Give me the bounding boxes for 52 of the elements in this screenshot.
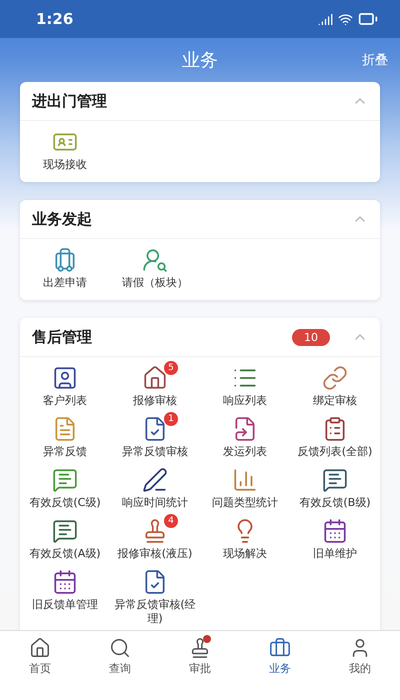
count-badge: 4 — [164, 514, 178, 528]
menu-item[interactable]: 反馈列表(全部) — [298, 445, 372, 459]
menu-item[interactable]: 异常反馈审核(经理) — [110, 598, 200, 626]
section-title: 进出门管理 — [32, 92, 108, 110]
menu-item[interactable]: 问题类型统计 — [212, 496, 278, 510]
page-title: 业务 — [182, 49, 218, 72]
calendar-icon[interactable] — [322, 518, 348, 544]
menu-item[interactable]: 有效反馈(A级) — [29, 547, 101, 561]
menu-item[interactable]: 现场接收 — [43, 158, 87, 172]
message-icon[interactable] — [322, 467, 348, 493]
house-icon[interactable] — [142, 365, 168, 391]
section-title: 售后管理 — [32, 328, 93, 346]
section-title: 业务发起 — [32, 210, 93, 228]
menu-item[interactable]: 异常反馈 — [43, 445, 87, 459]
people-icon[interactable] — [142, 247, 168, 273]
menu-item[interactable]: 异常反馈审核 — [122, 445, 188, 459]
home-icon[interactable] — [29, 637, 51, 659]
status-time: 1:26 — [36, 10, 74, 28]
menu-item[interactable]: 现场解决 — [223, 547, 267, 561]
menu-item[interactable]: 响应时间统计 — [122, 496, 188, 510]
tab-item[interactable]: 业务 — [269, 661, 291, 676]
menu-item[interactable]: 有效反馈(B级) — [299, 496, 371, 510]
menu-item[interactable]: 有效反馈(C级) — [29, 496, 101, 510]
bar-chart-icon[interactable] — [232, 467, 258, 493]
tab-item[interactable]: 我的 — [349, 661, 371, 676]
count-badge: 10 — [292, 328, 330, 346]
pen-icon[interactable] — [142, 467, 168, 493]
menu-item[interactable]: 绑定审核 — [313, 394, 357, 408]
message-icon[interactable] — [52, 518, 78, 544]
count-badge: 5 — [164, 361, 178, 375]
calendar-icon[interactable] — [52, 569, 78, 595]
menu-item[interactable]: 请假（板块） — [122, 276, 188, 290]
signal-icon — [318, 12, 333, 26]
user-card-icon[interactable] — [52, 365, 78, 391]
menu-item[interactable]: 报修审核 — [133, 394, 177, 408]
wifi-icon — [338, 12, 353, 26]
search-icon[interactable] — [109, 637, 131, 659]
tab-item[interactable]: 审批 — [189, 661, 211, 676]
link-icon[interactable] — [322, 365, 348, 391]
tab-item[interactable]: 查询 — [109, 661, 131, 676]
menu-item[interactable]: 报修审核(液压) — [118, 547, 192, 561]
menu-item[interactable]: 发运列表 — [223, 445, 267, 459]
stamp-icon[interactable] — [189, 637, 211, 659]
menu-item[interactable]: 响应列表 — [223, 394, 267, 408]
menu-item[interactable]: 旧反馈单管理 — [32, 598, 98, 612]
menu-item[interactable]: 出差申请 — [43, 276, 87, 290]
briefcase-icon[interactable] — [269, 637, 291, 659]
message-icon[interactable] — [52, 467, 78, 493]
menu-item[interactable]: 旧单维护 — [313, 547, 357, 561]
menu-item[interactable]: 客户列表 — [43, 394, 87, 408]
tab-item[interactable]: 首页 — [29, 661, 51, 676]
count-badge: 1 — [164, 412, 178, 426]
